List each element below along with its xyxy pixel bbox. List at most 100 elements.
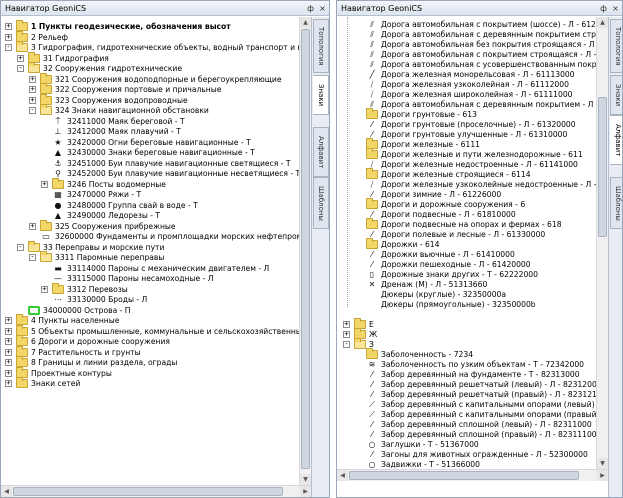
expand-icon[interactable]: +: [17, 54, 24, 62]
expand-icon[interactable]: +: [29, 96, 36, 104]
tab-signs[interactable]: Знаки: [610, 75, 622, 115]
map-symbol-icon: ○: [368, 440, 376, 449]
collapse-icon[interactable]: -: [29, 107, 36, 114]
expand-icon[interactable]: +: [5, 317, 12, 324]
tree-row[interactable]: ⍑ 32411000 Маяк береговой - Т: [1, 116, 299, 127]
pin-icon[interactable]: ф: [599, 4, 608, 13]
expand-icon[interactable]: +: [343, 321, 350, 328]
collapse-icon[interactable]: -: [29, 254, 36, 261]
pin-icon[interactable]: ф: [306, 4, 315, 13]
expand-icon[interactable]: +: [5, 338, 12, 345]
scroll-thumb-horizontal[interactable]: [13, 487, 283, 496]
map-symbol-icon: ⧸: [370, 180, 374, 189]
tree-row[interactable]: +2 Рельеф: [1, 30, 299, 43]
tree-row[interactable]: + Проектные контуры: [1, 366, 299, 379]
tree-row[interactable]: - 3 Гидрография, гидротехнические объекты…: [1, 41, 299, 53]
expand-icon[interactable]: +: [343, 331, 350, 338]
expand-icon[interactable]: +: [5, 369, 12, 377]
collapse-icon[interactable]: -: [17, 243, 24, 251]
close-icon[interactable]: ×: [318, 4, 327, 13]
collapse-icon[interactable]: -: [17, 65, 24, 72]
tree-row-label: 32452000 Буи плавучие навигационные несв…: [67, 169, 299, 178]
tree-guide-line: [347, 17, 348, 307]
tree-row[interactable]: ○ Задвижки - Т - 51366000: [337, 459, 596, 469]
tree-row[interactable]: ▬ 33114000 Пароны с механическим двигател…: [1, 263, 299, 274]
tree-row[interactable]: +6 Дороги и дорожные сооружения: [1, 335, 299, 347]
vertical-scrollbar[interactable]: ▲ ▼: [299, 17, 311, 485]
horizontal-scrollbar[interactable]: ◀ ▶: [337, 469, 608, 481]
map-symbol-icon: ⫽: [370, 50, 374, 59]
scroll-left-arrow-icon[interactable]: ◀: [337, 470, 348, 481]
tab-topology[interactable]: Топология: [313, 19, 329, 73]
scroll-up-arrow-icon[interactable]: ▲: [300, 17, 311, 28]
scroll-down-arrow-icon[interactable]: ▼: [300, 474, 311, 485]
collapse-icon[interactable]: -: [343, 341, 350, 348]
tree-view[interactable]: ⫽ Дорога автомобильная с покрытием (шоссе…: [337, 17, 596, 469]
tree-row-label: 3 Гидрография, гидротехнические объекты,…: [31, 43, 299, 52]
tab-templates[interactable]: Шаблоны: [313, 177, 329, 229]
expand-icon[interactable]: +: [41, 180, 48, 188]
tab-topology[interactable]: Топология: [610, 19, 622, 73]
expand-icon[interactable]: +: [29, 222, 36, 230]
tree-row[interactable]: ⊥ 32412000 Маяк плавучий - Т: [1, 126, 299, 137]
tree-row[interactable]: ★ 32420000 Огни береговые навигационные -…: [1, 137, 299, 148]
map-symbol-icon: ⁄: [371, 420, 373, 429]
folder-open-icon: [28, 62, 40, 73]
scroll-up-arrow-icon[interactable]: ▲: [597, 17, 608, 28]
tree-row[interactable]: +31 Гидрография: [1, 51, 299, 64]
scroll-right-arrow-icon[interactable]: ▶: [300, 486, 311, 497]
tab-alphabet[interactable]: Алфавит: [610, 115, 622, 165]
tree-row[interactable]: ● 32480000 Группа свай в воде - Т: [1, 200, 299, 211]
scroll-thumb-horizontal[interactable]: [349, 471, 579, 480]
map-symbol-icon: ▦: [54, 190, 62, 199]
scroll-right-arrow-icon[interactable]: ▶: [597, 470, 608, 481]
tree-row[interactable]: ▭ 32600000 Фундаменты и промплощадки морс…: [1, 231, 299, 242]
tree-row[interactable]: +7 Растительность и грунты: [1, 345, 299, 358]
folder-icon: [40, 219, 52, 231]
tree-row[interactable]: +3312 Перевозы: [1, 282, 299, 295]
tree-row-label: Знаки сетей: [31, 379, 81, 388]
tab-alphabet[interactable]: Алфавит: [313, 127, 329, 177]
expand-icon[interactable]: +: [29, 75, 36, 83]
tree-row[interactable]: +3246 Посты водомерные: [1, 177, 299, 190]
tree-row[interactable]: 34000000 Острова - П: [1, 305, 299, 316]
tree-row[interactable]: +1 Пункты геодезические, обозначения выс…: [1, 20, 299, 32]
close-icon[interactable]: ×: [611, 4, 620, 13]
tree-row[interactable]: —33115000 Пароны несамоходные - Л: [1, 273, 299, 284]
horizontal-scrollbar[interactable]: ◀ ▶: [1, 485, 311, 497]
expand-icon[interactable]: +: [5, 380, 12, 387]
expand-icon[interactable]: +: [29, 86, 36, 93]
expand-icon[interactable]: +: [5, 327, 12, 335]
tree-row[interactable]: +8 Границы и линии раздела, ограды: [1, 356, 299, 368]
expand-icon[interactable]: +: [5, 348, 12, 356]
map-symbol-icon: ⧸: [370, 90, 374, 99]
vertical-scrollbar[interactable]: ▲ ▼: [596, 17, 608, 469]
tree-row[interactable]: +325 Сооружения прибрежные: [1, 219, 299, 232]
tree-row[interactable]: +4 Пункты населенные: [1, 314, 299, 326]
scroll-thumb[interactable]: [598, 97, 607, 237]
expand-icon[interactable]: +: [5, 33, 12, 41]
collapse-icon[interactable]: -: [5, 44, 12, 51]
expand-icon[interactable]: +: [5, 23, 12, 30]
tree-row[interactable]: ⚓ 32451000 Буи плавучие навигационные све…: [1, 158, 299, 169]
map-symbol-icon: ⫽: [370, 40, 374, 49]
map-symbol-icon: ▲: [54, 148, 62, 157]
scroll-thumb[interactable]: [301, 29, 310, 469]
tree-row[interactable]: ⚲ 32452000 Буи плавучие навигационные нес…: [1, 168, 299, 179]
tree-row[interactable]: ⋯ 33130000 Броды - Л: [1, 294, 299, 305]
scroll-down-arrow-icon[interactable]: ▼: [597, 458, 608, 469]
tree-view[interactable]: +1 Пункты геодезические, обозначения выс…: [1, 17, 299, 485]
tree-row[interactable]: ▲ 32430000 Знаки береговые навигационные …: [1, 147, 299, 158]
panel-title-bar: Навигатор GeoniCS ф ×: [337, 1, 622, 16]
tree-row[interactable]: +5 Объекты промышленные, коммунальные и …: [1, 324, 299, 337]
scroll-left-arrow-icon[interactable]: ◀: [1, 486, 12, 497]
expand-icon[interactable]: +: [41, 285, 48, 293]
tree-row-label: 32480000 Группа свай в воде - Т: [67, 200, 198, 210]
tree-row[interactable]: ▦ 32470000 Ряжи - Т: [1, 189, 299, 200]
expand-icon[interactable]: +: [5, 359, 12, 366]
tree-row[interactable]: - 324 Знаки навигационной обстановки: [1, 104, 299, 116]
tab-signs[interactable]: Знаки: [313, 75, 329, 115]
tree-row[interactable]: - 3311 Паромные переправы: [1, 251, 299, 263]
tab-templates[interactable]: Шаблоны: [610, 177, 622, 229]
tree-row[interactable]: + Знаки сетей: [1, 377, 299, 389]
